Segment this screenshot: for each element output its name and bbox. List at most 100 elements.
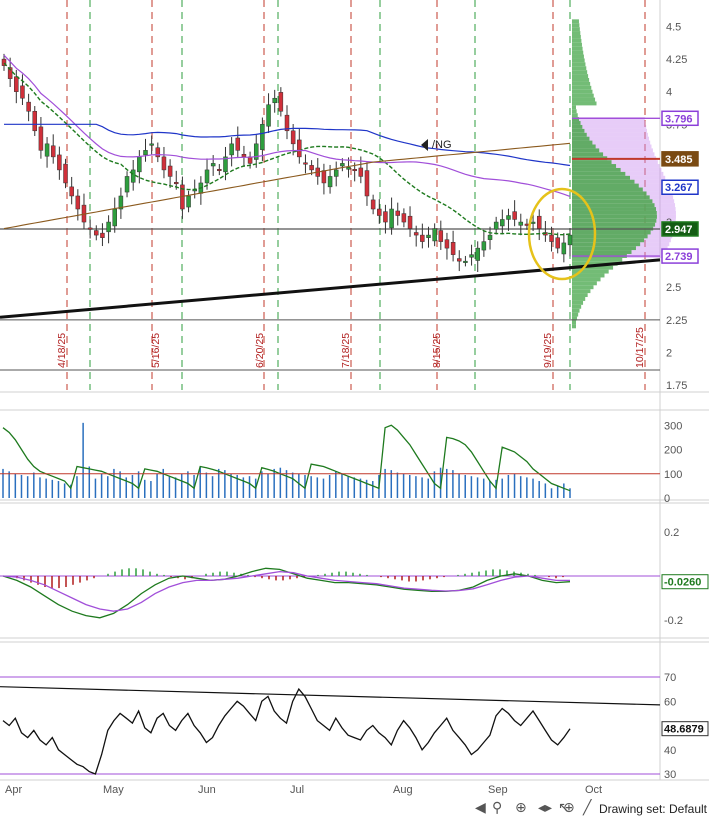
candle-body	[26, 101, 31, 112]
date-marker-label: 8/15/25	[431, 333, 443, 368]
profile-bar	[572, 238, 645, 243]
profile-bar	[572, 148, 600, 153]
candle-body	[260, 124, 265, 150]
rsi-panel[interactable]: 706050403048.6879	[0, 672, 709, 781]
candle-body	[44, 143, 50, 157]
price-tick-label: 4.5	[666, 22, 681, 34]
candle-body	[506, 215, 511, 220]
profile-bar	[572, 304, 582, 309]
candle-body	[210, 163, 216, 167]
profile-bar	[572, 50, 584, 55]
profile-bar	[572, 281, 597, 286]
candle-body	[420, 234, 425, 242]
rsi-trendline	[0, 686, 661, 706]
candle-body	[124, 176, 130, 193]
profile-bar	[572, 167, 621, 172]
volume-tick-label: 100	[664, 469, 682, 481]
price-tag: 3.267	[661, 179, 699, 195]
profile-bar	[572, 62, 586, 67]
profile-bar	[572, 230, 651, 235]
rsi-value-tag: 48.6879	[661, 721, 709, 737]
candle-body	[327, 176, 333, 188]
candle-body	[100, 232, 105, 238]
symbol-arrow-icon	[421, 139, 428, 151]
fit-icon[interactable]: ◂▸	[538, 800, 552, 816]
candle-body	[536, 215, 542, 229]
profile-bar	[572, 297, 586, 301]
crosshair-icon[interactable]: ⊕	[563, 800, 575, 816]
stock-chart[interactable]: 4.54.2543.753.532.52.2521.754/18/255/16/…	[0, 0, 709, 819]
price-tick-label: 2	[666, 347, 672, 359]
candle-body	[352, 169, 357, 172]
profile-bar	[572, 109, 577, 114]
candle-body	[57, 154, 62, 171]
candle-body	[149, 143, 154, 146]
candle-body	[290, 130, 296, 145]
candle-body	[94, 230, 99, 236]
price-tag-value: 2.947	[665, 224, 693, 236]
macd-panel[interactable]: 0.2 -0.2 -0.0260	[0, 527, 709, 627]
price-tag: 2.739	[661, 248, 699, 264]
price-tag: 2.947	[661, 221, 699, 237]
date-marker-label: 4/18/25	[56, 333, 68, 368]
candle-body	[130, 169, 136, 183]
candle-body	[112, 208, 117, 227]
volume-tick-label: 300	[664, 420, 682, 432]
month-label: Oct	[585, 784, 602, 796]
macd-tick-label: -0.2	[664, 615, 683, 627]
rsi-tick-label: 70	[664, 672, 676, 684]
price-tick-label: 2.25	[666, 315, 687, 327]
volume-panel[interactable]: 300 200 100 0	[0, 420, 682, 505]
profile-bar	[572, 160, 612, 165]
value-area-bar	[595, 144, 652, 149]
month-label: Jul	[290, 784, 304, 796]
price-tick-label: 4	[666, 87, 672, 99]
value-area-bar	[592, 140, 651, 145]
zoom-out-icon[interactable]: ⚲	[492, 800, 502, 816]
value-area-bar	[654, 203, 676, 208]
candle-body	[370, 199, 376, 210]
pan-left-icon[interactable]: ◀	[475, 800, 486, 816]
profile-bar	[572, 46, 583, 51]
value-area-bar	[629, 175, 666, 180]
candle-body	[106, 221, 111, 233]
candle-body	[389, 208, 394, 229]
price-panel[interactable]: 4.54.2543.753.532.52.2521.754/18/255/16/…	[0, 0, 699, 392]
candle-body	[413, 232, 419, 236]
candle-body	[500, 219, 505, 227]
profile-bar	[572, 144, 596, 149]
value-area-bar	[625, 171, 664, 176]
candle-body	[241, 154, 247, 158]
value-area-bar	[620, 167, 662, 172]
month-label: Jun	[198, 784, 216, 796]
value-area-bar	[582, 124, 647, 129]
profile-bar	[572, 300, 584, 305]
drawing-set-label[interactable]: Drawing set: Default	[599, 802, 707, 816]
candle-body	[297, 139, 302, 158]
profile-bar	[572, 42, 582, 47]
value-area-bar	[584, 128, 647, 133]
value-area-bar	[656, 207, 676, 211]
value-area-bar	[580, 121, 646, 125]
candle-body	[450, 242, 456, 255]
candle-body	[469, 254, 474, 258]
candles	[1, 53, 573, 272]
candle-body	[20, 85, 25, 99]
candle-body	[383, 211, 388, 223]
value-area-bar	[616, 164, 660, 168]
price-tick-label: 4.25	[666, 54, 687, 66]
profile-bar	[572, 324, 576, 329]
profile-bar	[572, 164, 617, 168]
date-marker-label: 9/19/25	[542, 333, 554, 368]
candle-body	[549, 234, 554, 242]
zoom-in-icon[interactable]: ⊕	[515, 800, 527, 816]
profile-bar	[572, 234, 648, 239]
candle-body	[457, 258, 462, 262]
draw-line-icon[interactable]: ╱	[583, 800, 591, 816]
profile-bar	[572, 70, 588, 75]
profile-bar	[572, 128, 585, 133]
profile-bar	[572, 85, 592, 90]
price-tag: 3.796	[661, 110, 699, 127]
profile-bar	[572, 54, 584, 59]
profile-bar	[572, 58, 585, 63]
